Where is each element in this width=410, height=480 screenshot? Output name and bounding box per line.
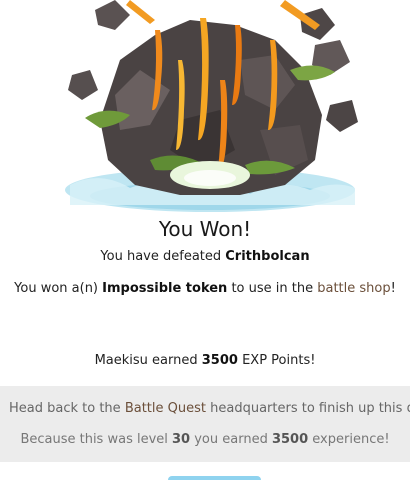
level-middle: you earned (190, 432, 272, 447)
exp-suffix: EXP Points! (237, 353, 316, 368)
battle-shop-link[interactable]: battle shop (317, 281, 390, 296)
hq-suffix: headquarters to finish up this quest (210, 401, 410, 416)
battle-quest-link[interactable]: Battle Quest (125, 401, 206, 416)
level-experience-message: Because this was level 30 you earned 350… (0, 432, 410, 447)
reward-middle: to use in the (227, 281, 318, 296)
exp-earned-text: earned (147, 353, 202, 368)
reward-item: Impossible token (102, 281, 228, 296)
bonus-experience: 3500 (271, 432, 309, 447)
reward-suffix: ! (390, 281, 396, 296)
monster-image (65, 0, 358, 212)
quest-level: 30 (172, 432, 191, 447)
exp-message: Maekisu earned 3500 EXP Points! (0, 353, 410, 368)
exp-points: 3500 (201, 353, 238, 368)
defeated-message: You have defeated Crithbolcan (0, 249, 410, 264)
level-suffix: experience! (308, 432, 390, 447)
continue-button[interactable] (168, 476, 261, 480)
hq-prefix: Head back to the (9, 401, 125, 416)
reward-message: You won a(n) Impossible token to use in … (0, 281, 410, 296)
battle-result-page: You Won! You have defeated Crithbolcan Y… (0, 0, 410, 480)
victory-title: You Won! (158, 217, 252, 241)
monster-name: Crithbolcan (225, 249, 310, 264)
reward-prefix: You won a(n) (14, 281, 103, 296)
player-name: Maekisu (94, 353, 148, 368)
level-prefix: Because this was level (20, 432, 173, 447)
defeated-prefix: You have defeated (100, 249, 226, 264)
hq-message: Head back to the Battle Quest headquarte… (9, 401, 410, 416)
quest-info-panel: Head back to the Battle Quest headquarte… (0, 386, 410, 462)
